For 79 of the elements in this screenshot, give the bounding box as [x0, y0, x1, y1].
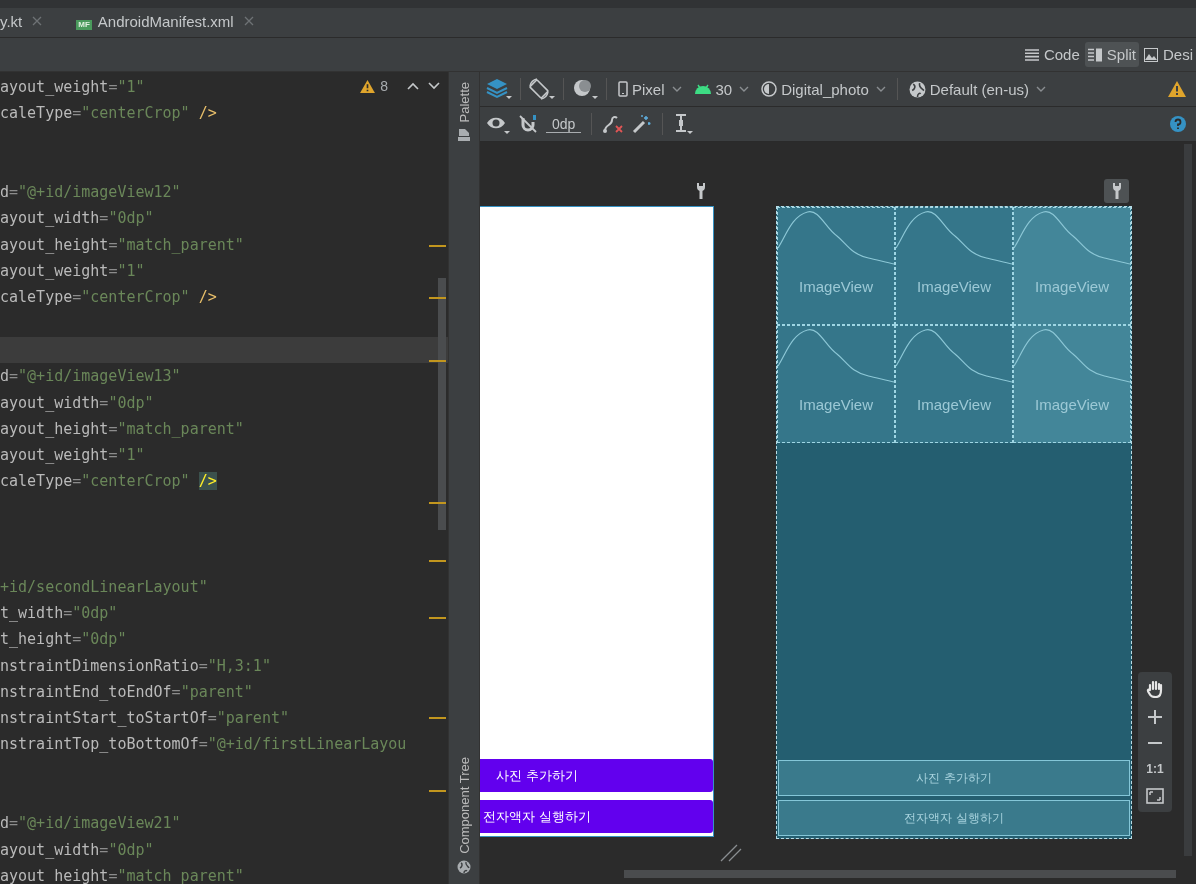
- problem-count: 8: [380, 78, 388, 94]
- image-placeholder-icon: [1014, 326, 1130, 386]
- view-mode-button[interactable]: Desi: [1141, 42, 1196, 67]
- globe-icon: [908, 80, 926, 98]
- default-margin-field[interactable]: 0dp: [546, 115, 582, 133]
- globe-icon[interactable]: [457, 860, 471, 874]
- image-placeholder-icon: [778, 208, 894, 268]
- layers-icon[interactable]: [486, 78, 512, 100]
- preview-button[interactable]: 전자액자 실행하기: [480, 800, 713, 833]
- code-line: ayout_height="match_parent": [0, 234, 244, 256]
- palette-tab[interactable]: Palette: [456, 82, 472, 123]
- locale-dropdown[interactable]: Default (en-us): [905, 78, 1049, 100]
- preview-button[interactable]: 사진 추가하기: [480, 759, 713, 792]
- previous-icon[interactable]: [407, 82, 419, 90]
- wrench-icon: [1111, 182, 1122, 200]
- image-placeholder-icon: [896, 208, 1012, 268]
- horizontal-scrollbar[interactable]: [624, 870, 1176, 878]
- warning-icon[interactable]: [360, 79, 376, 93]
- code-line: ayout_height="match_parent": [0, 418, 244, 440]
- code-line: ayout_height="match_parent": [0, 865, 244, 884]
- file-tab[interactable]: MF AndroidManifest.xml: [76, 8, 266, 37]
- fit-screen-icon[interactable]: [1146, 788, 1164, 804]
- phone-icon: [618, 81, 628, 97]
- caret-icon: [875, 86, 886, 92]
- code-line: caleType="centerCrop" />: [0, 287, 217, 309]
- clear-constraints-icon[interactable]: [602, 114, 625, 134]
- actual-size-button[interactable]: 1:1: [1146, 762, 1164, 776]
- wrench-icon[interactable]: [696, 182, 706, 200]
- palette-icon[interactable]: [457, 128, 471, 143]
- code-line: d="@+id/imageView21": [0, 813, 181, 835]
- magnet-off-icon[interactable]: [518, 114, 538, 134]
- code-line: d="@+id/imageView13": [0, 366, 181, 388]
- image-placeholder-icon: [778, 326, 894, 386]
- theme-dropdown[interactable]: Digital_photo: [758, 78, 889, 100]
- code-line: nstraintStart_toStartOf="parent": [0, 708, 289, 730]
- device-dropdown[interactable]: Pixel: [615, 78, 685, 100]
- next-icon[interactable]: [428, 82, 440, 90]
- manifest-file-icon: MF: [76, 20, 92, 30]
- code-line: caleType="centerCrop" />: [0, 103, 217, 125]
- image-placeholder-icon: [1014, 208, 1130, 268]
- code-line: ayout_weight="1": [0, 77, 145, 98]
- api-level-dropdown[interactable]: 30: [690, 78, 753, 100]
- split-view-icon: [1087, 47, 1102, 62]
- code-line: ayout_width="0dp": [0, 392, 154, 414]
- align-icon[interactable]: [673, 113, 696, 135]
- zoom-in-icon[interactable]: [1148, 710, 1162, 724]
- code-line: t_height="0dp": [0, 629, 127, 651]
- caret-icon: [671, 86, 682, 92]
- theme-icon: [761, 81, 778, 97]
- code-line: ayout_weight="1": [0, 261, 145, 283]
- code-line: nstraintDimensionRatio="H,3:1": [0, 655, 271, 677]
- caret-icon: [739, 86, 750, 92]
- scrollbar-thumb[interactable]: [438, 278, 446, 530]
- blueprint-button[interactable]: 전자액자 실행하기: [778, 800, 1130, 836]
- caret-icon: [1036, 86, 1046, 92]
- code-line: ayout_width="0dp": [0, 839, 154, 861]
- code-line: t_width="0dp": [0, 602, 118, 624]
- image-icon: [1144, 47, 1158, 62]
- pan-hand-icon[interactable]: [1146, 680, 1164, 698]
- view-mode-button[interactable]: Split: [1084, 42, 1139, 67]
- lines-icon: [1024, 48, 1039, 61]
- code-line: d="@+id/imageView12": [0, 182, 181, 204]
- help-icon[interactable]: [1170, 116, 1186, 132]
- component-tree-tab[interactable]: Component Tree: [456, 757, 472, 854]
- code-line: nstraintEnd_toEndOf="parent": [0, 681, 253, 703]
- code-line: caleType="centerCrop" />: [0, 471, 217, 493]
- rotate-icon[interactable]: [529, 78, 555, 100]
- night-mode-icon[interactable]: [572, 78, 598, 100]
- code-line: ayout_width="0dp": [0, 208, 154, 230]
- warning-icon[interactable]: [1168, 81, 1186, 97]
- wrench-button[interactable]: [1104, 179, 1129, 203]
- code-line: ayout_weight="1": [0, 445, 145, 467]
- image-placeholder-icon: [896, 326, 1012, 386]
- android-icon: [693, 83, 712, 95]
- code-line: +id/secondLinearLayout": [0, 576, 208, 598]
- code-line: nstraintTop_toBottomOf="@+id/firstLinearLayou: [0, 734, 407, 756]
- file-tab[interactable]: y.kt: [0, 8, 55, 37]
- magic-wand-icon[interactable]: [632, 114, 653, 134]
- view-mode-button[interactable]: Code: [1021, 42, 1083, 67]
